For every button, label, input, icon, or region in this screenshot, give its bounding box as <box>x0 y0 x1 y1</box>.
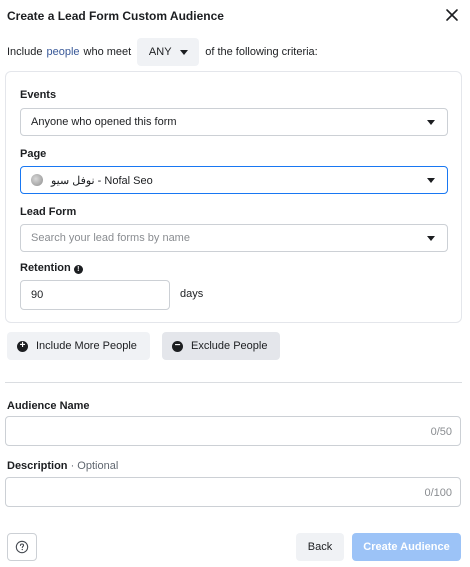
exclude-people-button[interactable]: − Exclude People <box>162 332 280 360</box>
page-avatar <box>31 174 43 186</box>
description-input[interactable]: 0/100 <box>5 477 461 507</box>
match-type-dropdown[interactable]: ANY <box>137 38 200 66</box>
description-label: Description <box>7 460 68 472</box>
events-label: Events <box>20 89 57 101</box>
close-icon[interactable] <box>444 7 460 23</box>
lead-form-search[interactable]: Search your lead forms by name <box>20 224 448 252</box>
events-dropdown[interactable]: Anyone who opened this form <box>20 108 448 136</box>
people-link[interactable]: people <box>46 46 79 58</box>
retention-label: Retention <box>20 262 71 274</box>
chevron-down-icon <box>427 178 435 183</box>
create-audience-button[interactable]: Create Audience <box>352 533 461 561</box>
retention-value: 90 <box>31 289 44 301</box>
include-text: Include <box>7 46 43 58</box>
description-label-row: Description · Optional <box>7 460 118 472</box>
page-dropdown[interactable]: نوفل سيو - Nofal Seo <box>20 166 448 194</box>
lead-form-label: Lead Form <box>20 206 77 218</box>
chevron-down-icon <box>179 49 188 55</box>
page-value: نوفل سيو - Nofal Seo <box>51 174 153 187</box>
criteria-suffix-text: of the following criteria: <box>205 46 318 58</box>
back-button[interactable]: Back <box>296 533 344 561</box>
info-icon[interactable]: ! <box>73 265 83 274</box>
plus-circle-icon: + <box>17 340 28 352</box>
question-circle-icon <box>15 540 29 554</box>
minus-circle-icon: − <box>172 340 183 352</box>
retention-input[interactable]: 90 <box>20 280 170 310</box>
include-more-label: Include More People <box>36 340 137 352</box>
dialog-header: Create a Lead Form Custom Audience <box>7 8 462 26</box>
exclude-label: Exclude People <box>191 340 268 352</box>
who-meet-text: who meet <box>83 46 132 58</box>
help-button[interactable] <box>7 533 37 561</box>
audience-name-input[interactable]: 0/50 <box>5 416 461 446</box>
dialog-title: Create a Lead Form Custom Audience <box>7 9 224 23</box>
divider <box>5 382 462 383</box>
retention-label-row: Retention! <box>20 262 83 274</box>
audience-name-counter: 0/50 <box>430 426 452 438</box>
retention-unit: days <box>180 288 204 300</box>
chevron-down-icon <box>427 120 435 125</box>
events-value: Anyone who opened this form <box>31 116 177 128</box>
criteria-panel: Events Anyone who opened this form Page … <box>5 71 462 323</box>
optional-tag: · Optional <box>70 460 119 472</box>
description-counter: 0/100 <box>424 487 452 499</box>
criteria-match-row: Include people who meet ANY of the follo… <box>7 38 318 66</box>
match-type-value: ANY <box>148 46 172 58</box>
include-more-people-button[interactable]: + Include More People <box>7 332 150 360</box>
chevron-down-icon <box>427 236 435 241</box>
audience-name-label: Audience Name <box>7 400 90 412</box>
page-label: Page <box>20 148 47 160</box>
lead-form-placeholder: Search your lead forms by name <box>31 232 190 244</box>
